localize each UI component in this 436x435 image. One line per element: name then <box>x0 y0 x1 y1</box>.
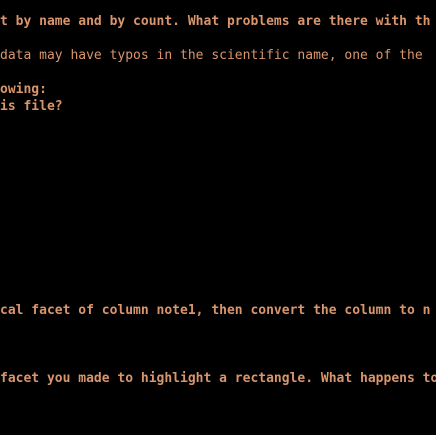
terminal-line: t by name and by count. What problems ar… <box>0 14 431 29</box>
terminal-line: cal facet of column note1, then convert … <box>0 303 431 318</box>
terminal-line: facet you made to highlight a rectangle.… <box>0 371 436 386</box>
terminal-window[interactable]: t by name and by count. What problems ar… <box>0 0 436 435</box>
terminal-line: data may have typos in the scientific na… <box>0 48 423 63</box>
terminal-line: owing: <box>0 82 47 97</box>
terminal-line: is file? <box>0 99 63 114</box>
